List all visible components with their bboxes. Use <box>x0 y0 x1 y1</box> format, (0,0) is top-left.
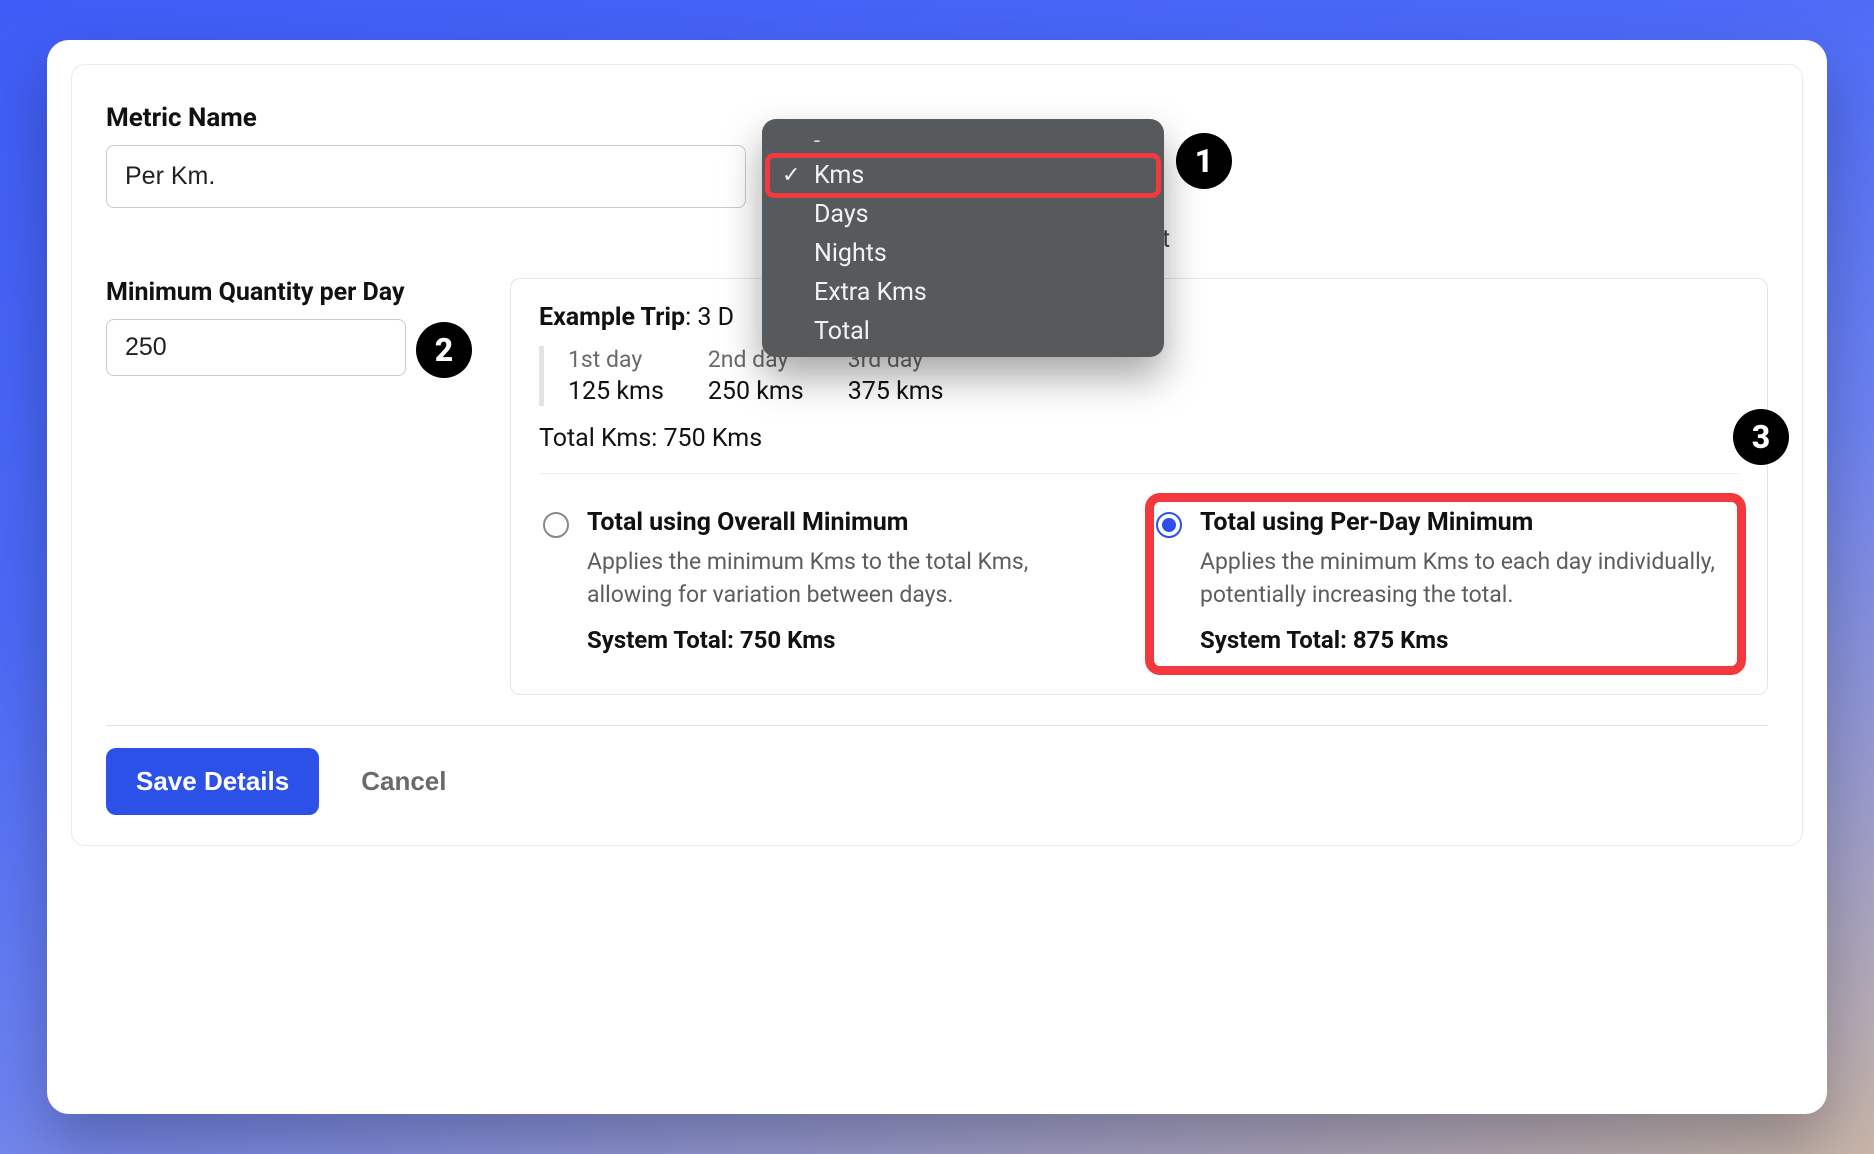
radio-title: Total using Overall Minimum <box>587 508 1114 537</box>
radio-icon <box>1156 512 1182 538</box>
dropdown-item-label: - <box>814 129 820 154</box>
radio-icon <box>543 512 569 538</box>
day-header: 1st day <box>568 346 664 373</box>
cancel-button[interactable]: Cancel <box>361 766 446 797</box>
dropdown-item-dash[interactable]: - <box>768 125 1158 156</box>
radio-perday-minimum[interactable]: Total using Per-Day Minimum Applies the … <box>1152 500 1739 668</box>
example-total-kms: Total Kms: 750 Kms <box>539 424 1739 453</box>
day-value: 125 kms <box>568 377 664 406</box>
example-day-1: 1st day 125 kms <box>568 346 664 406</box>
example-title-value: : 3 D <box>685 303 734 332</box>
radio-overall-minimum[interactable]: Total using Overall Minimum Applies the … <box>539 500 1126 668</box>
metric-name-row: - ✓ Kms Days Nights Extra Kms <box>106 145 1768 208</box>
day-value: 250 kms <box>708 377 804 406</box>
unit-dropdown-panel: - ✓ Kms Days Nights Extra Kms <box>762 119 1164 357</box>
dropdown-item-label: Days <box>814 200 869 229</box>
day-value: 375 kms <box>848 377 944 406</box>
radio-title: Total using Per-Day Minimum <box>1200 508 1727 537</box>
callout-badge-1: 1 <box>1176 133 1232 189</box>
radio-system-total: System Total: 750 Kms <box>587 626 1114 654</box>
callout-badge-2: 2 <box>416 322 472 378</box>
window-card: Metric Name - ✓ Kms Days Nights <box>47 40 1827 1114</box>
dropdown-item-kms[interactable]: ✓ Kms <box>768 156 1158 195</box>
dropdown-item-label: Total <box>814 317 870 346</box>
save-button[interactable]: Save Details <box>106 748 319 815</box>
radio-description: Applies the minimum Kms to each day indi… <box>1200 545 1727 612</box>
form-panel: Metric Name - ✓ Kms Days Nights <box>71 64 1803 846</box>
dropdown-item-label: Nights <box>814 239 887 268</box>
min-qty-label: Minimum Quantity per Day <box>106 278 476 307</box>
dropdown-item-days[interactable]: Days <box>768 195 1158 234</box>
form-footer: Save Details Cancel <box>106 725 1768 815</box>
radio-description: Applies the minimum Kms to the total Kms… <box>587 545 1114 612</box>
dropdown-item-total[interactable]: Total <box>768 312 1158 351</box>
example-title-label: Example Trip <box>539 303 685 332</box>
min-qty-input[interactable] <box>106 319 406 376</box>
minimum-strategy-radios: Total using Overall Minimum Applies the … <box>539 473 1739 668</box>
min-qty-column: Minimum Quantity per Day 2 <box>106 278 476 376</box>
dropdown-item-nights[interactable]: Nights <box>768 234 1158 273</box>
dropdown-item-label: Kms <box>814 161 864 190</box>
check-icon: ✓ <box>782 163 802 188</box>
dropdown-item-extra-kms[interactable]: Extra Kms <box>768 273 1158 312</box>
callout-badge-3: 3 <box>1733 409 1789 465</box>
radio-system-total: System Total: 875 Kms <box>1200 626 1727 654</box>
dropdown-item-label: Extra Kms <box>814 278 927 307</box>
metric-name-input[interactable] <box>106 145 746 208</box>
